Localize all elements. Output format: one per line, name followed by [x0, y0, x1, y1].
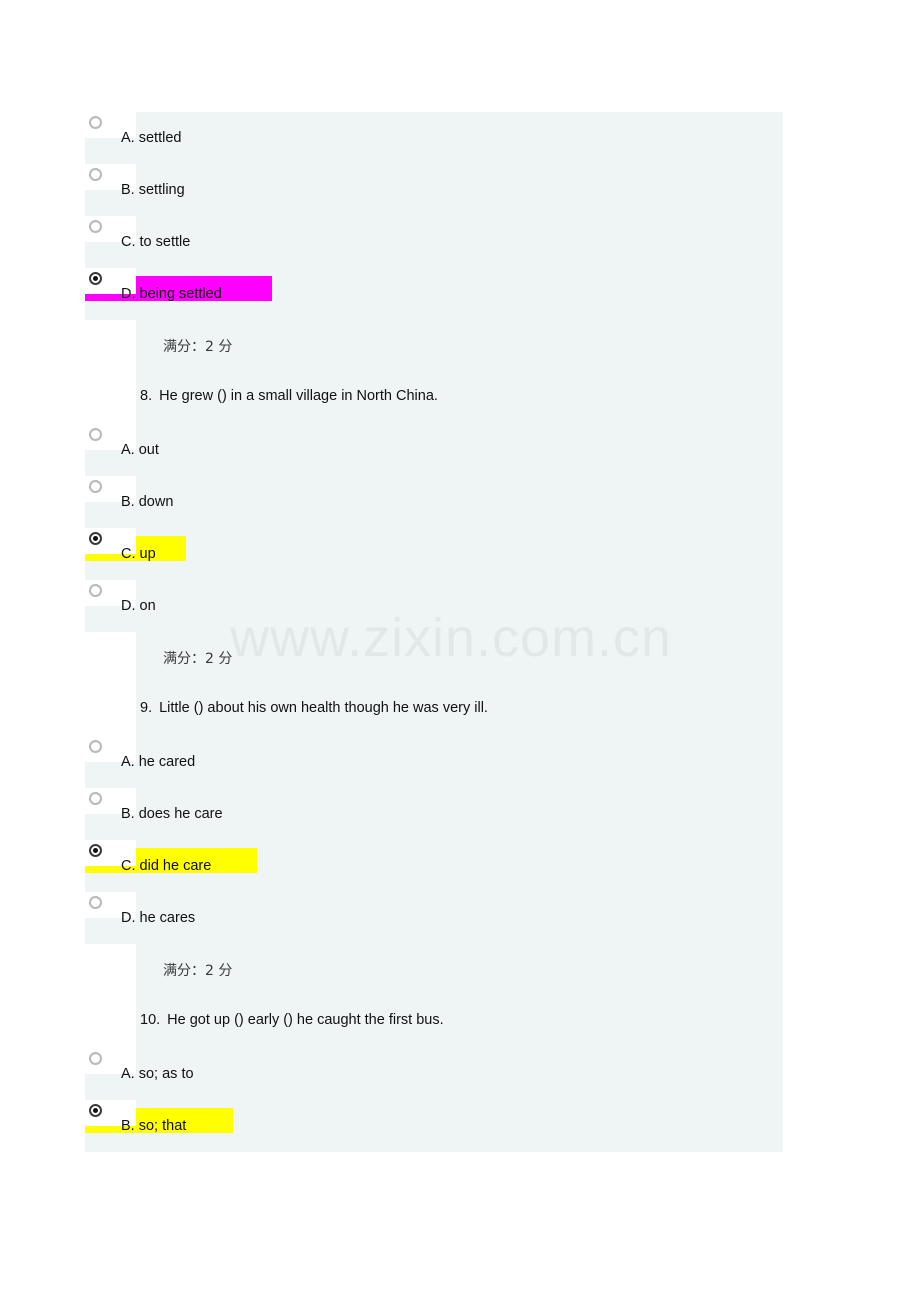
radio-button-icon[interactable]: [89, 792, 102, 805]
option-row[interactable]: C. to settle: [85, 216, 783, 268]
score-label: 满分：2 分: [163, 963, 233, 979]
option-label: D. he cares: [121, 910, 196, 926]
radio-button-icon[interactable]: [89, 168, 102, 181]
radio-button-icon[interactable]: [89, 584, 102, 597]
option-label: A. out: [121, 442, 159, 458]
option-row[interactable]: B. down: [85, 476, 783, 528]
option-label: C. did he care: [121, 858, 212, 874]
option-row[interactable]: B. settling: [85, 164, 783, 216]
option-row[interactable]: D. he cares: [85, 892, 783, 944]
option-label: D. on: [121, 598, 156, 614]
left-gutter: [85, 996, 136, 1048]
left-gutter: [85, 944, 136, 996]
left-gutter: [85, 372, 136, 424]
radio-button-icon[interactable]: [89, 220, 102, 233]
score-label: 满分：2 分: [163, 339, 233, 355]
quiz-panel: www.zixin.com.cn A. settled B. settling C.…: [85, 112, 783, 1152]
option-label: A. he cared: [121, 754, 196, 770]
option-row[interactable]: D. on: [85, 580, 783, 632]
radio-button-icon[interactable]: [89, 116, 102, 129]
radio-button-icon[interactable]: [89, 480, 102, 493]
option-label: B. down: [121, 494, 174, 510]
option-row[interactable]: A. he cared: [85, 736, 783, 788]
radio-button-icon[interactable]: [89, 1052, 102, 1065]
option-label: C. to settle: [121, 234, 191, 250]
option-label: B. settling: [121, 182, 185, 198]
question-text: 8. He grew () in a small village in North…: [140, 388, 438, 404]
left-gutter: [85, 632, 136, 684]
option-row[interactable]: A. settled: [85, 112, 783, 164]
question-text: 9. Little () about his own health though …: [140, 700, 488, 716]
score-row: 满分：2 分: [85, 944, 783, 996]
score-row: 满分：2 分: [85, 320, 783, 372]
question-number: 8.: [140, 388, 153, 404]
radio-button-icon[interactable]: [89, 428, 102, 441]
option-label: C. up: [121, 546, 156, 562]
option-row[interactable]: B. so; that: [85, 1100, 783, 1152]
option-row[interactable]: C. did he care: [85, 840, 783, 892]
option-label: A. so; as to: [121, 1066, 194, 1082]
question-number: 10.: [140, 1012, 161, 1028]
radio-button-icon[interactable]: [89, 896, 102, 909]
question-body: He got up () early () he caught the firs…: [167, 1012, 444, 1028]
left-gutter: [85, 684, 136, 736]
question-body: He grew () in a small village in North C…: [159, 388, 438, 404]
score-label: 满分：2 分: [163, 651, 233, 667]
radio-button-selected-icon[interactable]: [89, 272, 102, 285]
option-label: A. settled: [121, 130, 182, 146]
radio-button-selected-icon[interactable]: [89, 844, 102, 857]
radio-button-icon[interactable]: [89, 740, 102, 753]
radio-button-selected-icon[interactable]: [89, 1104, 102, 1117]
radio-button-selected-icon[interactable]: [89, 532, 102, 545]
option-label: B. so; that: [121, 1118, 187, 1134]
question-body: Little () about his own health though he…: [159, 700, 488, 716]
option-row[interactable]: A. so; as to: [85, 1048, 783, 1100]
option-row[interactable]: D. being settled: [85, 268, 783, 320]
question-number: 9.: [140, 700, 153, 716]
option-row[interactable]: B. does he care: [85, 788, 783, 840]
option-row[interactable]: A. out: [85, 424, 783, 476]
score-row: 满分：2 分: [85, 632, 783, 684]
option-label: D. being settled: [121, 286, 222, 302]
option-label: B. does he care: [121, 806, 223, 822]
left-gutter: [85, 320, 136, 372]
quiz-rows: A. settled B. settling C. to settle D. bein…: [85, 112, 783, 1152]
question-row: 8. He grew () in a small village in North…: [85, 372, 783, 424]
question-row: 10. He got up () early () he caught the f…: [85, 996, 783, 1048]
question-text: 10. He got up () early () he caught the f…: [140, 1012, 444, 1028]
option-row[interactable]: C. up: [85, 528, 783, 580]
question-row: 9. Little () about his own health though …: [85, 684, 783, 736]
